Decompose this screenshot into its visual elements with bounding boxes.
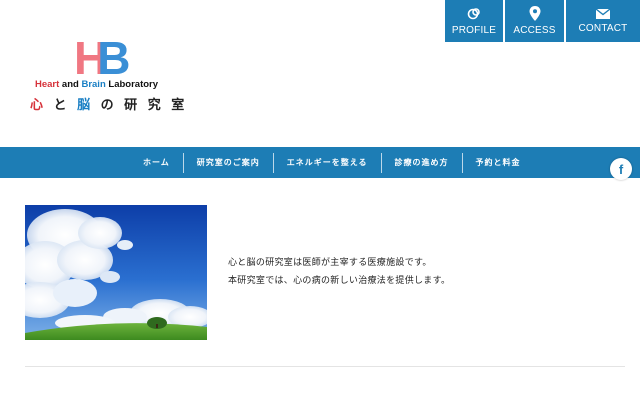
- intro-text: 心と脳の研究室は医師が主宰する医療施設です。 本研究室では、心の病の新しい治療法…: [228, 254, 450, 290]
- logo-jp-to: と: [53, 98, 70, 113]
- logo-jp-kokoro: 心: [30, 98, 47, 113]
- section-divider: [25, 366, 625, 367]
- intro-line-2: 本研究室では、心の病の新しい治療法を提供します。: [228, 276, 451, 286]
- nav-item-booking[interactable]: 予約と料金: [461, 152, 534, 173]
- access-button[interactable]: ACCESS: [505, 0, 564, 42]
- mail-icon: [596, 8, 610, 19]
- logo-sub-brain: Brain: [81, 79, 106, 90]
- nav-item-home[interactable]: ホーム: [130, 153, 183, 173]
- top-utility-nav: PROFILE ACCESS CONTACT: [445, 0, 640, 42]
- logo-b: B: [97, 32, 130, 84]
- logo-h: H: [74, 32, 107, 84]
- logo-sub-heart: Heart: [35, 79, 60, 90]
- nav-item-energy[interactable]: エネルギーを整える: [272, 152, 381, 173]
- map-pin-icon: [529, 6, 540, 21]
- logo-japanese-name: 心 と 脳 の 研 究 室: [30, 94, 187, 113]
- intro-line-1: 心と脳の研究室は医師が主宰する医療施設です。: [228, 258, 432, 268]
- nav-item-treatment[interactable]: 診療の進め方: [380, 152, 462, 173]
- logo-sub-and: and: [59, 79, 82, 90]
- logo-jp-rest: の 研 究 室: [100, 98, 188, 113]
- contact-button[interactable]: CONTACT: [566, 0, 640, 42]
- site-logo[interactable]: HB Heart and Brain Laboratory 心 と 脳 の 研 …: [30, 35, 184, 116]
- nav-item-about[interactable]: 研究室のご案内: [182, 152, 273, 173]
- profile-button[interactable]: PROFILE: [445, 0, 503, 42]
- profile-label: PROFILE: [451, 24, 497, 36]
- main-nav-bar: ホーム 研究室のご案内 エネルギーを整える 診療の進め方 予約と料金: [0, 147, 640, 178]
- facebook-icon[interactable]: f: [610, 158, 632, 180]
- logo-mark: HB: [74, 35, 131, 81]
- main-nav-items: ホーム 研究室のご案内 エネルギーを整える 診療の進め方 予約と料金: [130, 147, 534, 178]
- logo-subtitle: Heart and Brain Laboratory: [35, 79, 158, 90]
- hero-sky-image: [25, 205, 207, 340]
- logo-jp-nou: 脳: [77, 98, 94, 113]
- profile-icon: [467, 7, 480, 19]
- logo-sub-lab: Laboratory: [105, 79, 159, 90]
- access-label: ACCESS: [513, 25, 556, 36]
- contact-label: CONTACT: [578, 22, 628, 34]
